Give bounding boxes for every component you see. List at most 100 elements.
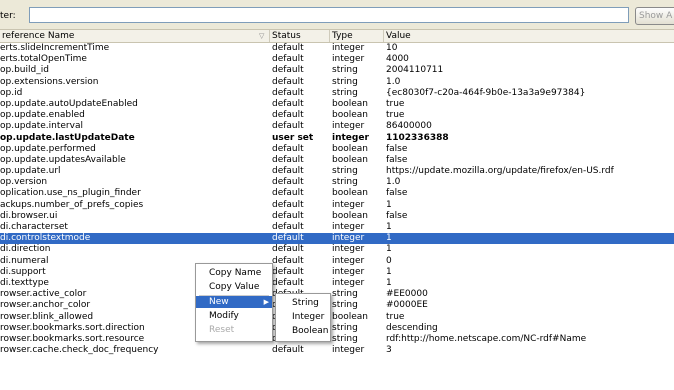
pref-name-cell: erts.totalOpenTime <box>0 54 87 65</box>
pref-status-cell: default <box>272 255 304 266</box>
context-menu: Copy Name Copy Value New ▶ Modify Reset <box>195 263 273 342</box>
pref-value-cell: false <box>386 154 408 165</box>
pref-type-cell: boolean <box>332 210 368 221</box>
table-row[interactable]: di.controlstextmode default integer 1 <box>0 233 674 245</box>
pref-name-cell: di.controlstextmode <box>0 233 91 244</box>
pref-value-cell: 1 <box>386 222 392 232</box>
pref-name-cell: di.browser.ui <box>0 210 58 221</box>
table-row[interactable]: di.numeral default integer 0 <box>0 256 674 267</box>
pref-status-cell: default <box>272 199 304 210</box>
pref-value-cell: {ec8030f7-c20a-464f-9b0e-13a3a9e97384} <box>386 87 586 98</box>
table-row[interactable]: di.direction default integer 1 <box>0 244 674 255</box>
pref-type-cell: integer <box>332 277 365 288</box>
table-row[interactable]: di.texttype default integer 1 <box>0 278 674 289</box>
filter-input[interactable] <box>29 7 629 23</box>
new-boolean-menu-item[interactable]: Boolean <box>276 325 330 337</box>
table-row[interactable]: di.support default integer 1 <box>0 267 674 278</box>
pref-name-cell: op.update.lastUpdateDate <box>0 132 135 143</box>
pref-status-cell: default <box>272 121 304 132</box>
table-row[interactable]: op.update.updatesAvailable default boolean… <box>0 155 674 166</box>
pref-status-cell: default <box>272 87 304 98</box>
pref-value-cell: 86400000 <box>386 121 432 132</box>
pref-type-cell: string <box>332 87 358 98</box>
pref-type-cell: string <box>332 300 358 311</box>
table-row[interactable]: rowser.bookmarks.sort.directiondefaultst… <box>0 323 674 334</box>
pref-type-cell: string <box>332 333 358 344</box>
pref-value-cell: false <box>386 143 408 154</box>
pref-type-cell: integer <box>332 244 365 255</box>
column-header-value[interactable]: Value <box>384 30 674 42</box>
table-row[interactable]: op.version default string 1.0 <box>0 177 674 188</box>
table-row[interactable]: rowser.anchor_colordefaultstring#0000EE <box>0 300 674 311</box>
table-row[interactable]: oplication.use_ns_plugin_finder default bo… <box>0 188 674 199</box>
table-row[interactable]: op.update.interval default integer 86400000 <box>0 121 674 132</box>
pref-type-cell: string <box>332 322 358 333</box>
table-row[interactable]: di.browser.ui default boolean false <box>0 211 674 222</box>
pref-value-cell: 1 <box>386 199 392 210</box>
new-string-menu-item[interactable]: String <box>276 297 330 309</box>
table-row[interactable]: rowser.blink_alloweddefaultbooleantrue <box>0 312 674 323</box>
table-row[interactable]: erts.slideIncrementTime default integer 10 <box>0 43 674 54</box>
pref-value-cell: 1 <box>386 244 392 255</box>
pref-type-cell: integer <box>332 345 365 356</box>
table-row[interactable]: op.update.enabled default boolean true <box>0 110 674 121</box>
pref-name-cell: op.update.enabled <box>0 110 85 121</box>
modify-menu-item[interactable]: Modify <box>196 310 272 322</box>
pref-type-cell: integer <box>332 266 365 277</box>
pref-value-cell: true <box>386 98 405 109</box>
table-row[interactable]: ackups.number_of_prefs_copies default inte… <box>0 200 674 211</box>
pref-value-cell: 4000 <box>386 54 409 65</box>
pref-type-cell: integer <box>332 132 369 143</box>
pref-type-cell: string <box>332 177 358 188</box>
pref-value-cell: 10 <box>386 43 398 53</box>
column-headers: reference Name ▽ Status Type Value <box>0 30 674 43</box>
copy-name-menu-item[interactable]: Copy Name <box>196 267 272 279</box>
pref-type-cell: string <box>332 65 358 76</box>
pref-status-cell: default <box>272 54 304 65</box>
pref-name-cell: di.direction <box>0 244 51 255</box>
pref-type-cell: boolean <box>332 143 368 154</box>
table-row[interactable]: di.characterset default integer 1 <box>0 222 674 233</box>
pref-type-cell: boolean <box>332 154 368 165</box>
table-row[interactable]: op.update.lastUpdateDate user set integer 1… <box>0 133 674 144</box>
table-row[interactable]: op.id default string {ec8030f7-c20a-464f-9b… <box>0 88 674 99</box>
filter-bar: ter: Show A <box>0 0 674 30</box>
pref-type-cell: string <box>332 166 358 177</box>
table-row[interactable]: op.build_id default string 2004110711 <box>0 65 674 76</box>
pref-status-cell: default <box>272 222 304 232</box>
pref-status-cell: default <box>272 266 304 277</box>
column-header-type[interactable]: Type <box>330 30 384 42</box>
table-row[interactable]: rowser.active_colordefaultstring#EE0000 <box>0 289 674 300</box>
pref-name-cell: op.update.url <box>0 166 61 177</box>
pref-name-cell: op.update.updatesAvailable <box>0 154 126 165</box>
column-header-name[interactable]: reference Name <box>0 30 270 42</box>
table-row[interactable]: rowser.bookmarks.sort.resourcedefaultstr… <box>0 334 674 345</box>
pref-type-cell: integer <box>332 54 365 65</box>
new-integer-menu-item[interactable]: Integer <box>276 311 330 323</box>
pref-name-cell: ackups.number_of_prefs_copies <box>0 199 144 210</box>
table-row[interactable]: op.update.autoUpdateEnabled default boolea… <box>0 99 674 110</box>
pref-type-cell: string <box>332 289 358 300</box>
pref-status-cell: default <box>272 65 304 76</box>
new-menu-item[interactable]: New ▶ <box>196 296 272 308</box>
column-header-status[interactable]: Status <box>270 30 330 42</box>
copy-value-menu-item[interactable]: Copy Value <box>196 281 272 293</box>
pref-status-cell: default <box>272 177 304 188</box>
pref-status-cell: default <box>272 345 304 356</box>
pref-value-cell: 1 <box>386 233 392 244</box>
pref-value-cell: https://update.mozilla.org/update/firefo… <box>386 166 614 177</box>
pref-value-cell: #EE0000 <box>386 289 428 300</box>
table-row[interactable]: op.update.url default string https://update… <box>0 166 674 177</box>
pref-type-cell: integer <box>332 43 365 53</box>
table-row[interactable]: erts.totalOpenTime default integer 4000 <box>0 54 674 65</box>
new-submenu: String Integer Boolean <box>275 293 331 342</box>
show-all-button[interactable]: Show A <box>635 7 674 25</box>
pref-type-cell: boolean <box>332 110 368 121</box>
table-row[interactable]: op.update.performed default boolean false <box>0 144 674 155</box>
table-row[interactable]: op.extensions.version default string 1.0 <box>0 77 674 88</box>
pref-name-cell: rowser.cache.check_doc_frequency <box>0 345 159 356</box>
pref-status-cell: default <box>272 154 304 165</box>
pref-value-cell: true <box>386 110 405 121</box>
pref-value-cell: true <box>386 311 405 322</box>
table-row[interactable]: rowser.cache.check_doc_frequency default i… <box>0 345 674 356</box>
